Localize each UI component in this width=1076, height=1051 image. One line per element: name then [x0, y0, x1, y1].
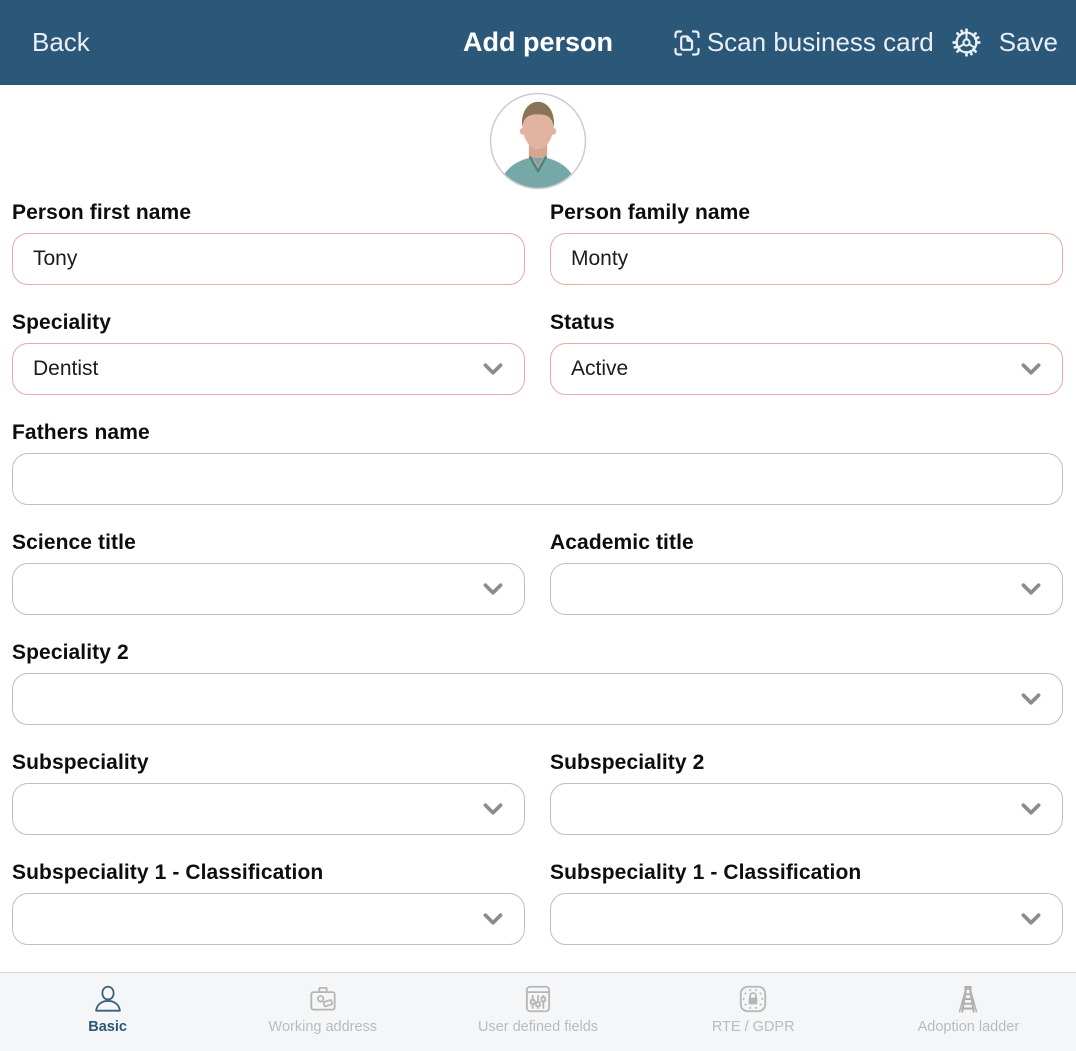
field-subspeciality: Subspeciality [12, 750, 525, 835]
settings-gear-icon[interactable] [950, 26, 983, 59]
field-fathers-name: Fathers name [12, 420, 1063, 505]
scan-business-card-label: Scan business card [707, 27, 934, 58]
science-title-select[interactable] [12, 563, 525, 615]
field-academic-title: Academic title [550, 530, 1063, 615]
subspeciality-1-classification-label: Subspeciality 1 - Classification [550, 860, 1063, 886]
ladder-icon [951, 982, 985, 1016]
fathers-name-input[interactable] [13, 454, 1062, 504]
speciality-label: Speciality [12, 310, 525, 336]
chevron-down-icon [1018, 356, 1044, 382]
person-family-name-label: Person family name [550, 200, 1063, 226]
chevron-down-icon [1018, 906, 1044, 932]
back-button[interactable]: Back [32, 0, 90, 85]
subspeciality-select[interactable] [12, 783, 525, 835]
bottom-tab-bar: Basic Working address User def [0, 972, 1076, 1051]
field-subspeciality-2: Subspeciality 2 [550, 750, 1063, 835]
field-subspeciality-1-classification-a: Subspeciality 1 - Classification [12, 860, 525, 945]
person-first-name-label: Person first name [12, 200, 525, 226]
person-first-name-input[interactable] [13, 234, 524, 284]
scan-business-card-button[interactable]: Scan business card [671, 27, 934, 59]
science-title-label: Science title [12, 530, 525, 556]
chevron-down-icon [1018, 686, 1044, 712]
subspeciality-1-classification-label: Subspeciality 1 - Classification [12, 860, 525, 886]
subspeciality-2-select[interactable] [550, 783, 1063, 835]
chevron-down-icon [480, 356, 506, 382]
tab-adoption-ladder-label: Adoption ladder [918, 1019, 1020, 1035]
tab-rte-gdpr[interactable]: RTE / GDPR [646, 973, 861, 1051]
tab-working-address[interactable]: Working address [215, 973, 430, 1051]
chevron-down-icon [1018, 576, 1044, 602]
add-person-form: Person first name Person family name Spe… [0, 200, 1076, 970]
person-avatar[interactable] [489, 92, 587, 190]
status-label: Status [550, 310, 1063, 336]
briefcase-icon [306, 982, 340, 1016]
field-person-first-name: Person first name [12, 200, 525, 285]
chevron-down-icon [1018, 796, 1044, 822]
scan-document-icon [671, 27, 703, 59]
tab-basic[interactable]: Basic [0, 973, 215, 1051]
field-science-title: Science title [12, 530, 525, 615]
academic-title-select[interactable] [550, 563, 1063, 615]
field-person-family-name: Person family name [550, 200, 1063, 285]
subspeciality-1-classification-select-b[interactable] [550, 893, 1063, 945]
tab-rte-gdpr-label: RTE / GDPR [712, 1019, 795, 1035]
subspeciality-2-label: Subspeciality 2 [550, 750, 1063, 776]
speciality-2-label: Speciality 2 [12, 640, 1063, 666]
speciality-select[interactable]: Dentist [12, 343, 525, 395]
tab-user-defined-fields-label: User defined fields [478, 1019, 598, 1035]
field-speciality: Speciality Dentist [12, 310, 525, 395]
tab-working-address-label: Working address [269, 1019, 378, 1035]
status-select[interactable]: Active [550, 343, 1063, 395]
field-speciality-2: Speciality 2 [12, 640, 1063, 725]
save-button[interactable]: Save [999, 27, 1058, 58]
status-value: Active [571, 357, 1008, 381]
speciality-value: Dentist [33, 357, 470, 381]
gdpr-lock-icon [736, 982, 770, 1016]
chevron-down-icon [480, 796, 506, 822]
speciality-2-select[interactable] [12, 673, 1063, 725]
tab-adoption-ladder[interactable]: Adoption ladder [861, 973, 1076, 1051]
person-family-name-input[interactable] [551, 234, 1062, 284]
tab-user-defined-fields[interactable]: User defined fields [430, 973, 645, 1051]
subspeciality-label: Subspeciality [12, 750, 525, 776]
chevron-down-icon [480, 906, 506, 932]
academic-title-label: Academic title [550, 530, 1063, 556]
field-status: Status Active [550, 310, 1063, 395]
nav-actions: Scan business card [671, 0, 1058, 85]
avatar-section [0, 85, 1076, 200]
tab-basic-label: Basic [88, 1019, 127, 1035]
subspeciality-1-classification-select-a[interactable] [12, 893, 525, 945]
chevron-down-icon [480, 576, 506, 602]
fathers-name-label: Fathers name [12, 420, 1063, 446]
field-subspeciality-1-classification-b: Subspeciality 1 - Classification [550, 860, 1063, 945]
top-navigation-bar: Back Add person Scan business card [0, 0, 1076, 85]
add-person-screen: Back Add person Scan business card [0, 0, 1076, 1051]
sliders-icon [521, 982, 555, 1016]
person-icon [91, 982, 125, 1016]
